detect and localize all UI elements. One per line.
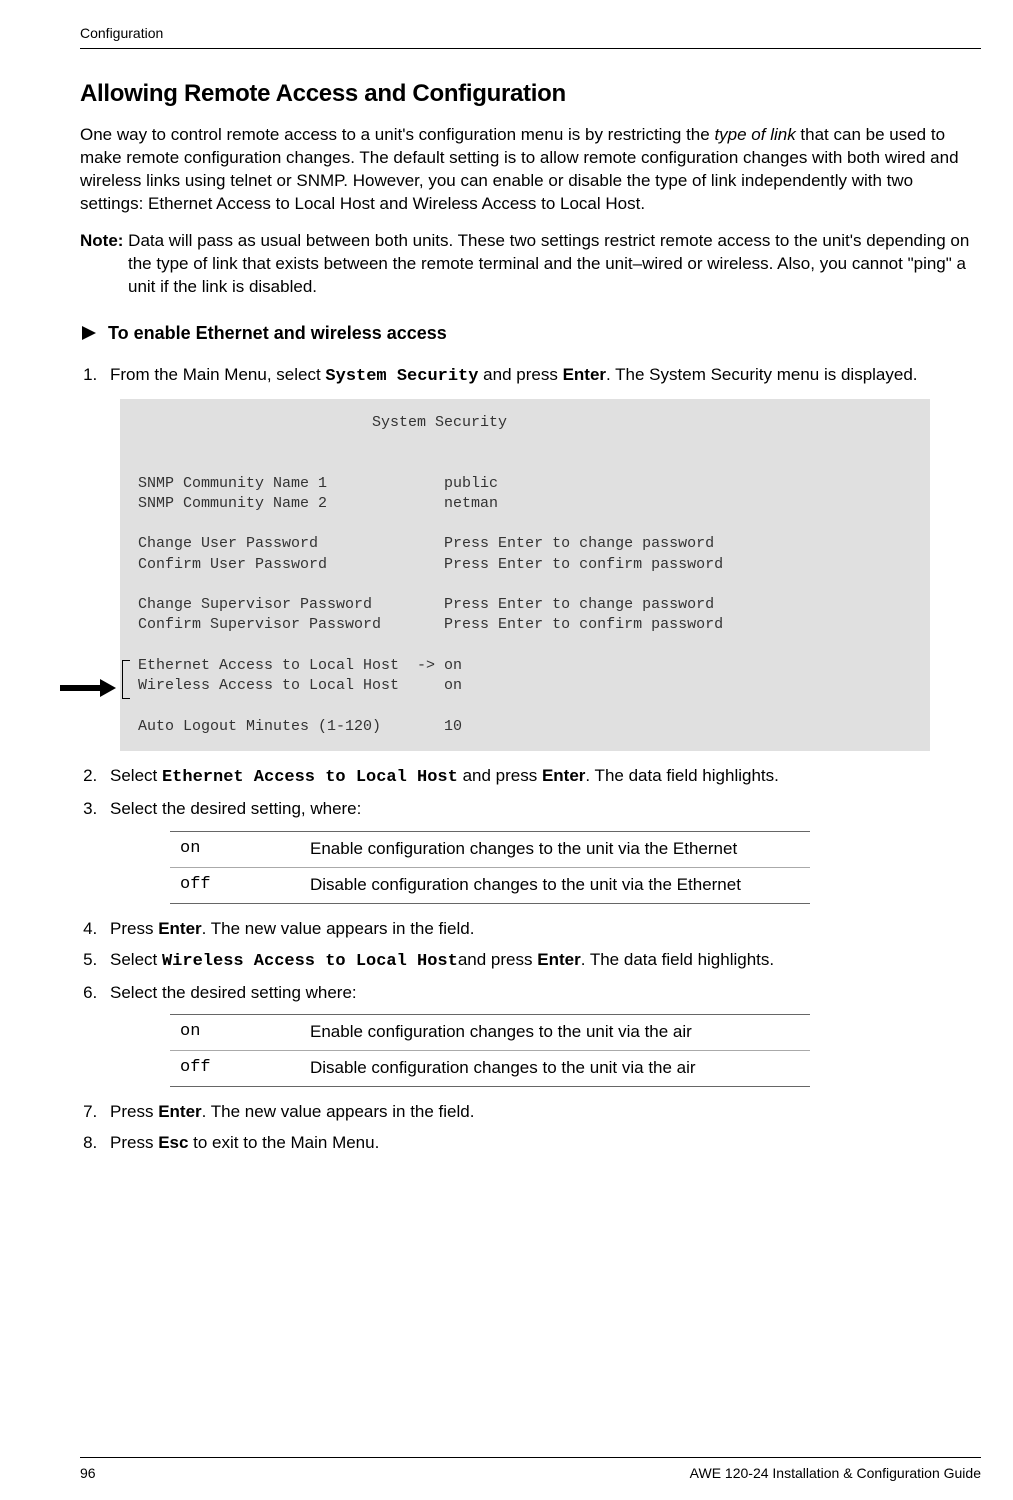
step-2-text-c: . The data field highlights. bbox=[585, 766, 778, 785]
header-rule bbox=[80, 48, 981, 49]
step-1-enter: Enter bbox=[563, 365, 606, 384]
setting-value: on bbox=[170, 1015, 300, 1051]
step-4-enter: Enter bbox=[158, 919, 201, 938]
step-8-text-b: to exit to the Main Menu. bbox=[188, 1133, 379, 1152]
terminal-block: System Security SNMP Community Name 1 pu… bbox=[100, 399, 981, 751]
step-4-text-b: . The new value appears in the field. bbox=[202, 919, 475, 938]
intro-italic: type of link bbox=[714, 125, 795, 144]
step-5-enter: Enter bbox=[537, 950, 580, 969]
arrow-right-icon bbox=[60, 679, 116, 697]
step-2-text-a: Select bbox=[110, 766, 162, 785]
step-1-code: System Security bbox=[325, 367, 478, 386]
table-row: off Disable configuration changes to the… bbox=[170, 1051, 810, 1087]
step-1-text-a: From the Main Menu, select bbox=[110, 365, 325, 384]
bracket-bottom-icon bbox=[122, 698, 130, 699]
step-4: Press Enter. The new value appears in th… bbox=[102, 918, 981, 941]
setting-desc: Enable configuration changes to the unit… bbox=[300, 831, 810, 867]
bracket-icon bbox=[122, 661, 123, 699]
section-title: Allowing Remote Access and Configuration bbox=[80, 77, 981, 111]
procedure-heading: To enable Ethernet and wireless access bbox=[80, 321, 981, 346]
page-number: 96 bbox=[80, 1464, 96, 1484]
table-row: off Disable configuration changes to the… bbox=[170, 867, 810, 903]
step-7-enter: Enter bbox=[158, 1102, 201, 1121]
step-7-text-a: Press bbox=[110, 1102, 158, 1121]
setting-value: off bbox=[170, 1051, 300, 1087]
footer-guide-title: AWE 120-24 Installation & Configuration … bbox=[690, 1464, 981, 1484]
setting-value: off bbox=[170, 867, 300, 903]
step-3-text: Select the desired setting, where: bbox=[110, 799, 361, 818]
step-7: Press Enter. The new value appears in th… bbox=[102, 1101, 981, 1124]
step-5-text-c: . The data field highlights. bbox=[581, 950, 774, 969]
setting-value: on bbox=[170, 831, 300, 867]
step-1: From the Main Menu, select System Securi… bbox=[102, 364, 981, 751]
table-row: on Enable configuration changes to the u… bbox=[170, 1015, 810, 1051]
step-5-text-a: Select bbox=[110, 950, 162, 969]
setting-desc: Disable configuration changes to the uni… bbox=[300, 867, 810, 903]
step-3: Select the desired setting, where: on En… bbox=[102, 798, 981, 904]
step-6-text: Select the desired setting where: bbox=[110, 983, 357, 1002]
table-row: on Enable configuration changes to the u… bbox=[170, 831, 810, 867]
note-paragraph: Note: Data will pass as usual between bo… bbox=[80, 230, 981, 299]
note-label: Note: bbox=[80, 231, 123, 250]
step-8-text-a: Press bbox=[110, 1133, 158, 1152]
step-2-text-b: and press bbox=[458, 766, 542, 785]
step-8: Press Esc to exit to the Main Menu. bbox=[102, 1132, 981, 1155]
footer-rule bbox=[80, 1457, 981, 1458]
step-1-text-c: . The System Security menu is displayed. bbox=[606, 365, 918, 384]
settings-table-ethernet: on Enable configuration changes to the u… bbox=[170, 831, 810, 904]
terminal-output: System Security SNMP Community Name 1 pu… bbox=[120, 399, 930, 751]
step-7-text-b: . The new value appears in the field. bbox=[202, 1102, 475, 1121]
step-5-code: Wireless Access to Local Host bbox=[162, 952, 458, 971]
settings-table-wireless: on Enable configuration changes to the u… bbox=[170, 1014, 810, 1087]
step-2: Select Ethernet Access to Local Host and… bbox=[102, 765, 981, 790]
step-5-text-b: and press bbox=[458, 950, 537, 969]
procedure-heading-text: To enable Ethernet and wireless access bbox=[108, 321, 447, 346]
step-6: Select the desired setting where: on Ena… bbox=[102, 982, 981, 1088]
running-head: Configuration bbox=[80, 24, 981, 44]
page-footer: 96 AWE 120-24 Installation & Configurati… bbox=[80, 1457, 981, 1484]
step-5: Select Wireless Access to Local Hostand … bbox=[102, 949, 981, 974]
step-1-text-b: and press bbox=[478, 365, 562, 384]
note-body: Data will pass as usual between both uni… bbox=[123, 231, 969, 296]
intro-text-a: One way to control remote access to a un… bbox=[80, 125, 714, 144]
bracket-top-icon bbox=[122, 660, 130, 661]
arrow-right-icon bbox=[80, 324, 98, 342]
step-8-esc: Esc bbox=[158, 1133, 188, 1152]
intro-paragraph: One way to control remote access to a un… bbox=[80, 124, 981, 216]
setting-desc: Disable configuration changes to the uni… bbox=[300, 1051, 810, 1087]
setting-desc: Enable configuration changes to the unit… bbox=[300, 1015, 810, 1051]
step-2-enter: Enter bbox=[542, 766, 585, 785]
step-4-text-a: Press bbox=[110, 919, 158, 938]
step-2-code: Ethernet Access to Local Host bbox=[162, 768, 458, 787]
